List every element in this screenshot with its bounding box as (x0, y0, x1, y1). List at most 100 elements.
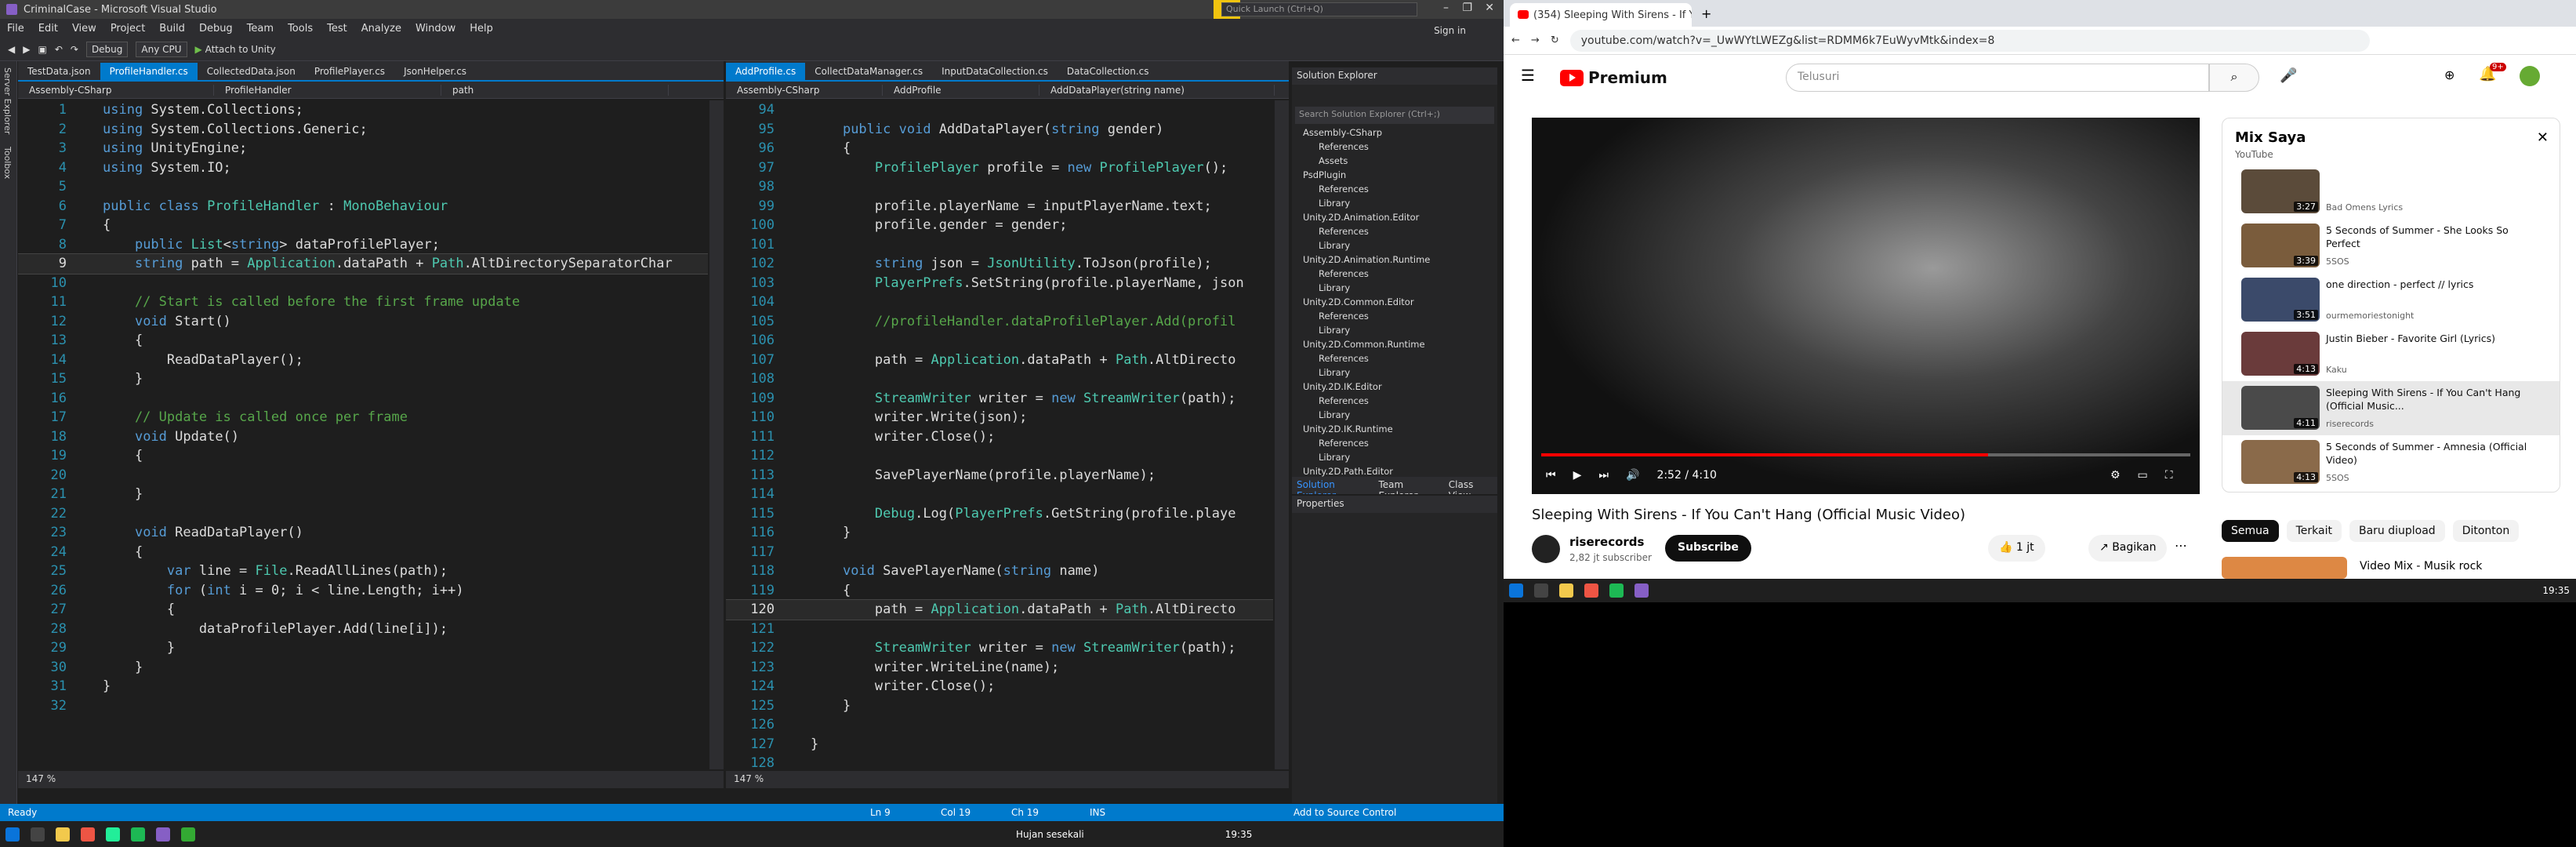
config-select[interactable]: Debug (85, 41, 129, 57)
solution-tree-item[interactable]: Library (1292, 281, 1497, 295)
code-line[interactable]: 16 (18, 389, 708, 409)
code-text[interactable]: public List<string> dataProfilePlayer; (103, 237, 440, 253)
code-text[interactable]: // Start is called before the first fram… (103, 294, 520, 310)
unity-icon[interactable] (181, 827, 195, 842)
code-text[interactable]: ReadDataPlayer(); (103, 352, 303, 368)
add-to-source-control[interactable]: Add to Source Control (1293, 807, 1396, 818)
toolbox-tab[interactable]: Toolbox (0, 140, 15, 185)
code-line[interactable]: 9 string path = Application.dataPath + P… (18, 253, 708, 274)
chrome-icon[interactable] (81, 827, 95, 842)
code-text[interactable]: var line = File.ReadAllLines(path); (103, 563, 448, 579)
tab-solution-explorer[interactable]: Solution Explorer (1297, 479, 1367, 494)
code-line[interactable]: 112 (726, 446, 1273, 466)
solution-tree-item[interactable]: Library (1292, 365, 1497, 380)
code-text[interactable]: writer.Write(json); (811, 409, 1027, 425)
playlist-item[interactable]: 3:27 Bad Omens Lyrics (2222, 165, 2560, 219)
code-line[interactable]: 30 } (18, 658, 708, 678)
playlist-item[interactable]: 3:51 one direction - perfect // lyrics our… (2222, 273, 2560, 327)
playlist-item[interactable]: We The Kings - Sad Song (Lyric (2222, 489, 2560, 492)
new-tab-icon[interactable]: + (1701, 6, 1711, 21)
mic-icon[interactable]: 🎤 (2280, 67, 2297, 84)
code-line[interactable]: 100 profile.gender = gender; (726, 216, 1273, 235)
browser-tab[interactable]: (354) Sleeping With Sirens - If Yo (1510, 3, 1692, 27)
solution-tree-item[interactable]: References (1292, 436, 1497, 450)
code-line[interactable]: 31} (18, 677, 708, 696)
search-icon[interactable]: ⌕ (2209, 64, 2259, 92)
code-text[interactable]: { (811, 140, 851, 156)
chip-terkait[interactable]: Terkait (2286, 520, 2342, 542)
code-line[interactable]: 119 { (726, 581, 1273, 601)
code-text[interactable]: } (103, 371, 143, 387)
code-line[interactable]: 11 // Start is called before the first f… (18, 293, 708, 312)
code-line[interactable]: 126 (726, 715, 1273, 735)
menu-item-debug[interactable]: Debug (192, 23, 240, 35)
editor-tab[interactable]: DataCollection.cs (1058, 63, 1159, 80)
solution-tree-item[interactable]: Library (1292, 408, 1497, 422)
code-line[interactable]: 23 void ReadDataPlayer() (18, 523, 708, 543)
whatsapp-icon[interactable] (106, 827, 120, 842)
server-explorer-tab[interactable]: Server Explorer (0, 61, 15, 140)
code-line[interactable]: 117 (726, 543, 1273, 562)
code-text[interactable]: { (103, 448, 143, 463)
solution-tree-item[interactable]: References (1292, 224, 1497, 238)
share-button[interactable]: ↗ Bagikan (2088, 535, 2168, 562)
code-text[interactable]: } (103, 640, 175, 656)
code-text[interactable]: dataProfilePlayer.Add(line[i]); (103, 621, 448, 637)
sign-in-link[interactable]: Sign in (1434, 25, 1466, 36)
code-text[interactable]: void ReadDataPlayer() (103, 525, 303, 540)
menu-item-file[interactable]: File (0, 23, 31, 35)
volume-icon[interactable]: 🔊 (1626, 469, 1639, 482)
code-text[interactable]: writer.Close(); (811, 678, 996, 694)
right-zoom-level[interactable]: 147 % (726, 771, 1289, 788)
channel-avatar[interactable] (1532, 535, 1560, 563)
close-icon[interactable]: ✕ (1485, 2, 1494, 14)
code-text[interactable]: { (103, 602, 175, 617)
editor-tab[interactable]: InputDataCollection.cs (932, 63, 1058, 80)
code-text[interactable]: PlayerPrefs.SetString(profile.playerName… (811, 275, 1244, 291)
solution-tree-item[interactable]: Library (1292, 323, 1497, 337)
back-icon[interactable]: ◀ (8, 44, 15, 55)
code-line[interactable]: 96 { (726, 139, 1273, 158)
code-line[interactable]: 4 using System.IO; (18, 158, 708, 178)
code-text[interactable]: { (103, 217, 111, 233)
solution-tree-item[interactable]: References (1292, 140, 1497, 154)
nav-project[interactable]: Assembly-CSharp (726, 84, 883, 96)
menu-item-tools[interactable]: Tools (281, 23, 320, 35)
code-text[interactable]: using System.IO; (103, 160, 231, 176)
menu-item-view[interactable]: View (65, 23, 103, 35)
youtube-search-input[interactable]: Telusuri (1786, 64, 2209, 92)
solution-tree-item[interactable]: Unity.2D.IK.Editor (1292, 380, 1497, 394)
code-line[interactable]: 95 public void AddDataPlayer(string gend… (726, 120, 1273, 140)
code-text[interactable]: public class ProfileHandler : MonoBehavi… (103, 198, 448, 214)
code-line[interactable]: 1 using System.Collections; (18, 100, 708, 120)
channel-name[interactable]: riserecords (1569, 535, 1644, 549)
explorer-icon[interactable] (56, 827, 70, 842)
editor-tab[interactable]: ProfilePlayer.cs (305, 63, 394, 80)
code-text[interactable]: writer.Close(); (811, 429, 996, 445)
forward-icon[interactable]: → (1531, 35, 1540, 46)
code-line[interactable]: 18 void Update() (18, 427, 708, 447)
code-line[interactable]: 97 ProfilePlayer profile = new ProfilePl… (726, 158, 1273, 178)
code-line[interactable]: 27 { (18, 600, 708, 620)
spotify-icon[interactable] (1609, 583, 1624, 598)
code-line[interactable]: 123 writer.WriteLine(name); (726, 658, 1273, 678)
solution-tree-item[interactable]: References (1292, 394, 1497, 408)
fullscreen-icon[interactable]: ⛶ (2165, 469, 2173, 482)
editor-tab[interactable]: TestData.json (18, 63, 100, 80)
menu-item-window[interactable]: Window (408, 23, 463, 35)
code-text[interactable]: } (811, 525, 851, 540)
right-vertical-scrollbar[interactable] (1275, 100, 1289, 769)
code-line[interactable]: 106 (726, 331, 1273, 351)
code-line[interactable]: 28 dataProfilePlayer.Add(line[i]); (18, 620, 708, 639)
code-line[interactable]: 111 writer.Close(); (726, 427, 1273, 447)
save-icon[interactable]: ▣ (38, 44, 46, 55)
code-line[interactable]: 25 var line = File.ReadAllLines(path); (18, 562, 708, 581)
search-icon[interactable] (1534, 583, 1548, 598)
code-line[interactable]: 21 } (18, 485, 708, 504)
recommendation-item[interactable]: Video Mix - Musik rock (2222, 557, 2560, 579)
solution-tree-item[interactable]: Unity.2D.Common.Runtime (1292, 337, 1497, 351)
play-icon[interactable]: ▶ (1573, 469, 1582, 482)
code-text[interactable]: for (int i = 0; i < line.Length; i++) (103, 583, 464, 598)
nav-member[interactable]: path (441, 84, 669, 96)
visual-studio-icon[interactable] (156, 827, 170, 842)
